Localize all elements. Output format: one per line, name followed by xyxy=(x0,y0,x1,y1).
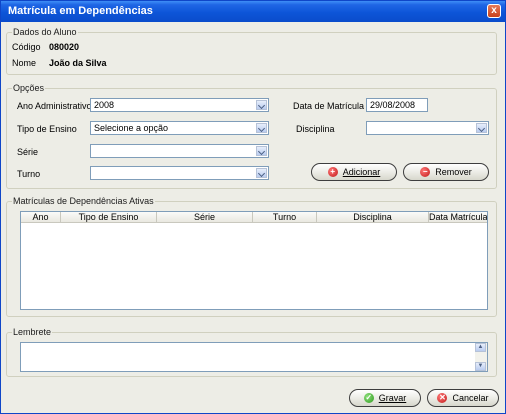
nome-value: João da Silva xyxy=(49,58,107,68)
matriculas-legend: Matrículas de Dependências Ativas xyxy=(12,196,155,206)
close-icon[interactable]: x xyxy=(487,4,501,18)
chevron-down-icon[interactable] xyxy=(256,100,267,110)
matriculas-table[interactable]: Ano Tipo de Ensino Série Turno Disciplin… xyxy=(20,211,488,310)
chevron-down-icon[interactable] xyxy=(476,123,487,133)
ano-select[interactable]: 2008 xyxy=(90,98,269,112)
data-matricula-label: Data de Matrícula xyxy=(293,101,365,111)
serie-select[interactable] xyxy=(90,144,269,158)
scroll-track[interactable] xyxy=(475,352,486,362)
chevron-down-icon[interactable] xyxy=(256,146,267,156)
adicionar-button[interactable]: + Adicionar xyxy=(311,163,397,181)
check-icon: ✓ xyxy=(363,393,374,403)
add-icon: + xyxy=(327,167,338,177)
gravar-button[interactable]: ✓ Gravar xyxy=(349,389,421,407)
column-header-disciplina[interactable]: Disciplina xyxy=(317,212,429,222)
turno-select[interactable] xyxy=(90,166,269,180)
tipo-ensino-select[interactable]: Selecione a opção xyxy=(90,121,269,135)
cancelar-button-label: Cancelar xyxy=(452,393,489,403)
tipo-ensino-select-value: Selecione a opção xyxy=(94,123,169,133)
column-header-data-matricula[interactable]: Data Matrícula xyxy=(429,212,487,222)
remover-button[interactable]: − Remover xyxy=(403,163,489,181)
ano-select-value: 2008 xyxy=(94,100,115,110)
lembrete-textarea[interactable]: ▲ ▼ xyxy=(20,342,488,372)
dialog-window: Matrícula em Dependências x Dados do Alu… xyxy=(0,0,506,414)
data-matricula-field[interactable]: 29/08/2008 xyxy=(366,98,428,112)
remove-icon: − xyxy=(420,167,431,177)
dados-aluno-group: Dados do Aluno xyxy=(6,27,497,75)
column-header-tipo-ensino[interactable]: Tipo de Ensino xyxy=(61,212,157,222)
remover-button-label: Remover xyxy=(435,167,472,177)
tipo-ensino-label: Tipo de Ensino xyxy=(17,124,77,134)
codigo-label: Código xyxy=(12,42,41,52)
ano-label: Ano Administrativo xyxy=(17,101,92,111)
nome-label: Nome xyxy=(12,58,37,68)
column-header-serie[interactable]: Série xyxy=(157,212,253,222)
gravar-button-label: Gravar xyxy=(378,393,407,403)
serie-label: Série xyxy=(17,147,39,157)
adicionar-button-label: Adicionar xyxy=(342,167,381,177)
cancelar-button[interactable]: ✕ Cancelar xyxy=(427,389,499,407)
column-header-turno[interactable]: Turno xyxy=(253,212,317,222)
chevron-down-icon[interactable] xyxy=(256,123,267,133)
scroll-down-icon[interactable]: ▼ xyxy=(475,362,486,371)
title-bar[interactable]: Matrícula em Dependências x xyxy=(1,1,505,22)
lembrete-legend: Lembrete xyxy=(12,327,53,337)
scroll-up-icon[interactable]: ▲ xyxy=(475,343,486,352)
codigo-value: 080020 xyxy=(49,42,80,52)
lembrete-scrollbar[interactable]: ▲ ▼ xyxy=(475,343,487,371)
opcoes-legend: Opções xyxy=(12,83,46,93)
table-header: Ano Tipo de Ensino Série Turno Disciplin… xyxy=(21,212,487,223)
cancel-icon: ✕ xyxy=(437,393,448,403)
turno-label: Turno xyxy=(17,169,41,179)
disciplina-label: Disciplina xyxy=(296,124,335,134)
chevron-down-icon[interactable] xyxy=(256,168,267,178)
disciplina-select[interactable] xyxy=(366,121,489,135)
window-title: Matrícula em Dependências xyxy=(8,5,153,17)
column-header-ano[interactable]: Ano xyxy=(21,212,61,222)
dados-aluno-legend: Dados do Aluno xyxy=(12,27,78,37)
